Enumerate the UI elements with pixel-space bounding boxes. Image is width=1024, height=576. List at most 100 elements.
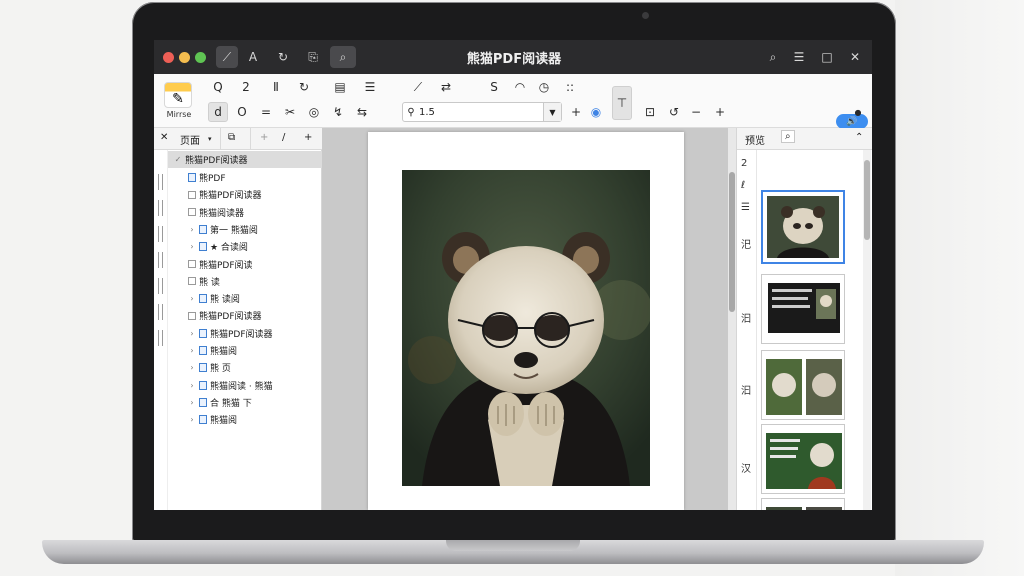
tree-item[interactable]: 熊猫PDF阅读器> <box>188 307 338 324</box>
tree-item[interactable]: 熊 读 <box>188 273 338 290</box>
document-viewer[interactable] <box>322 128 736 510</box>
close-window-button[interactable] <box>163 52 174 63</box>
zoom-tool-icon[interactable]: Q <box>208 77 228 97</box>
text-tool-icon[interactable]: A <box>242 46 264 68</box>
page-thumbnail[interactable] <box>761 350 845 420</box>
signature-icon[interactable]: S <box>484 77 504 97</box>
transfer-icon[interactable]: ⇆ <box>352 102 372 122</box>
tab-pages[interactable]: 页面 <box>180 132 200 147</box>
tree-item[interactable]: › 第一 熊猫阅 <box>188 221 338 238</box>
thumbnail-scrollbar[interactable] <box>863 150 871 510</box>
tree-item[interactable]: › 熊 页 <box>188 359 338 376</box>
tree-item[interactable]: ›熊 读阅↓ <box>188 290 338 307</box>
tree-item[interactable]: 熊PDF <box>188 169 338 186</box>
checkbox[interactable] <box>188 190 196 199</box>
tree-item[interactable]: › 熊猫阅读 · 熊猫 <box>188 377 338 394</box>
search-icon[interactable]: ⌕ <box>762 46 784 68</box>
page-number-icon[interactable]: 2 <box>236 77 256 97</box>
draw-tool-icon[interactable]: ⟋ <box>216 46 238 68</box>
chevron-up-icon[interactable]: ⌃ <box>855 132 863 143</box>
wifi-icon[interactable]: ◠ <box>510 77 530 97</box>
checkbox[interactable] <box>188 260 196 268</box>
chevron-right-icon[interactable]: › <box>188 242 196 251</box>
rail-mark[interactable]: 汩 <box>741 310 751 325</box>
image-icon[interactable]: ⊡ <box>640 102 660 122</box>
chevron-right-icon[interactable]: › <box>188 381 196 390</box>
clock-icon[interactable]: ◷ <box>534 77 554 97</box>
chevron-right-icon[interactable]: › <box>188 225 196 234</box>
rail-mark[interactable]: 汜 <box>741 236 751 251</box>
page-thumbnail[interactable] <box>761 424 845 494</box>
edit-icon[interactable]: / <box>282 132 285 143</box>
chevron-right-icon[interactable]: › <box>188 346 196 355</box>
zoom-in-icon[interactable]: + <box>710 102 730 122</box>
list-icon[interactable]: ☰ <box>360 77 380 97</box>
copy-page-icon[interactable]: ⧉ <box>228 132 235 143</box>
select-tool-icon[interactable]: d <box>208 102 228 122</box>
menu-icon[interactable]: ☰ <box>788 46 810 68</box>
tree-item[interactable]: 熊猫阅读器 <box>188 204 338 221</box>
rotate-icon[interactable]: ↻ <box>272 46 294 68</box>
text-cursor-icon[interactable]: ⊤ <box>612 86 632 120</box>
search-tool-icon[interactable]: ⌕ <box>330 46 356 68</box>
rail-mark[interactable]: ℓ <box>741 180 745 191</box>
zoom-out-icon[interactable]: − <box>686 102 706 122</box>
page-thumbnail[interactable] <box>761 498 845 510</box>
undo-icon[interactable]: ↺ <box>664 102 684 122</box>
search-icon[interactable]: ⌕ <box>781 130 795 143</box>
more-dot-icon[interactable]: ● <box>848 102 868 122</box>
tree-item[interactable]: › ★ 合读阅 <box>188 238 338 255</box>
chevron-down-icon[interactable]: ▼ <box>543 103 561 121</box>
thumbnail-scroll-thumb[interactable] <box>864 160 870 240</box>
chevron-right-icon[interactable]: › <box>188 398 196 407</box>
columns-icon[interactable]: Ⅱ <box>266 77 286 97</box>
chevron-down-icon[interactable]: ✓ <box>174 155 182 164</box>
copy-icon[interactable]: ⎘ <box>302 46 324 68</box>
chevron-right-icon[interactable]: › <box>188 294 196 303</box>
checkbox[interactable] <box>188 277 196 286</box>
chevron-right-icon[interactable]: › <box>188 415 196 424</box>
tree-item-label: 熊猫PDF阅读器 <box>199 191 262 202</box>
tree-item[interactable]: 熊猫PDF阅读 <box>188 256 338 273</box>
collapse-icon[interactable]: ✕ <box>160 132 168 143</box>
tree-item[interactable]: ›熊猫阅◦ <box>188 342 338 359</box>
chevron-down-icon[interactable]: ▾ <box>208 135 212 143</box>
rail-mark[interactable]: 2 <box>741 158 747 169</box>
page-thumbnail[interactable] <box>761 190 845 264</box>
minimize-window-button[interactable] <box>179 52 190 63</box>
tree-item[interactable]: ›熊猫PDF阅读器> <box>188 325 338 342</box>
close-icon[interactable]: ✕ <box>844 46 866 68</box>
app-logo-icon[interactable]: ✎ <box>164 82 192 108</box>
viewer-scrollbar[interactable] <box>728 128 736 510</box>
swap-icon[interactable]: ⇄ <box>436 77 456 97</box>
chevron-right-icon[interactable]: › <box>188 329 196 338</box>
flash-icon[interactable]: ↯ <box>328 102 348 122</box>
rail-mark[interactable]: ☰ <box>741 202 750 213</box>
restore-icon[interactable]: □ <box>816 46 838 68</box>
rail-mark[interactable]: 汉 <box>741 460 751 475</box>
location-icon[interactable]: ◉ <box>586 102 606 122</box>
tree-item[interactable]: 熊猫PDF阅读器 <box>188 186 338 203</box>
circle-tool-icon[interactable]: O <box>232 102 252 122</box>
refresh-icon[interactable]: ↻ <box>294 77 314 97</box>
pen-icon[interactable]: ⟋ <box>408 77 428 97</box>
cut-icon[interactable]: ✂ <box>280 102 300 122</box>
tree-item[interactable]: ›熊猫阅> <box>188 411 338 428</box>
chevron-right-icon[interactable]: › <box>188 363 196 372</box>
zoom-select[interactable]: ⚲ 1.5 ▼ <box>402 102 562 122</box>
add-page-icon[interactable]: + <box>260 132 268 143</box>
grid-icon[interactable]: :: <box>560 77 580 97</box>
target-icon[interactable]: ◎ <box>304 102 324 122</box>
new-icon[interactable]: + <box>304 132 312 143</box>
checkbox[interactable] <box>188 311 196 320</box>
tree-item[interactable]: › 合 熊猫 下 <box>188 394 338 411</box>
layout-icon[interactable]: ▤ <box>330 77 350 97</box>
add-icon[interactable]: + <box>566 102 586 122</box>
tree-root[interactable]: ✓ 熊猫PDF阅读器 <box>168 151 322 168</box>
tab-preview[interactable]: 预览 <box>745 132 765 147</box>
line-tool-icon[interactable]: = <box>256 102 276 122</box>
viewer-scroll-thumb[interactable] <box>729 172 735 312</box>
maximize-window-button[interactable] <box>195 52 206 63</box>
rail-mark[interactable]: 汩 <box>741 382 751 397</box>
page-thumbnail[interactable] <box>761 274 845 344</box>
